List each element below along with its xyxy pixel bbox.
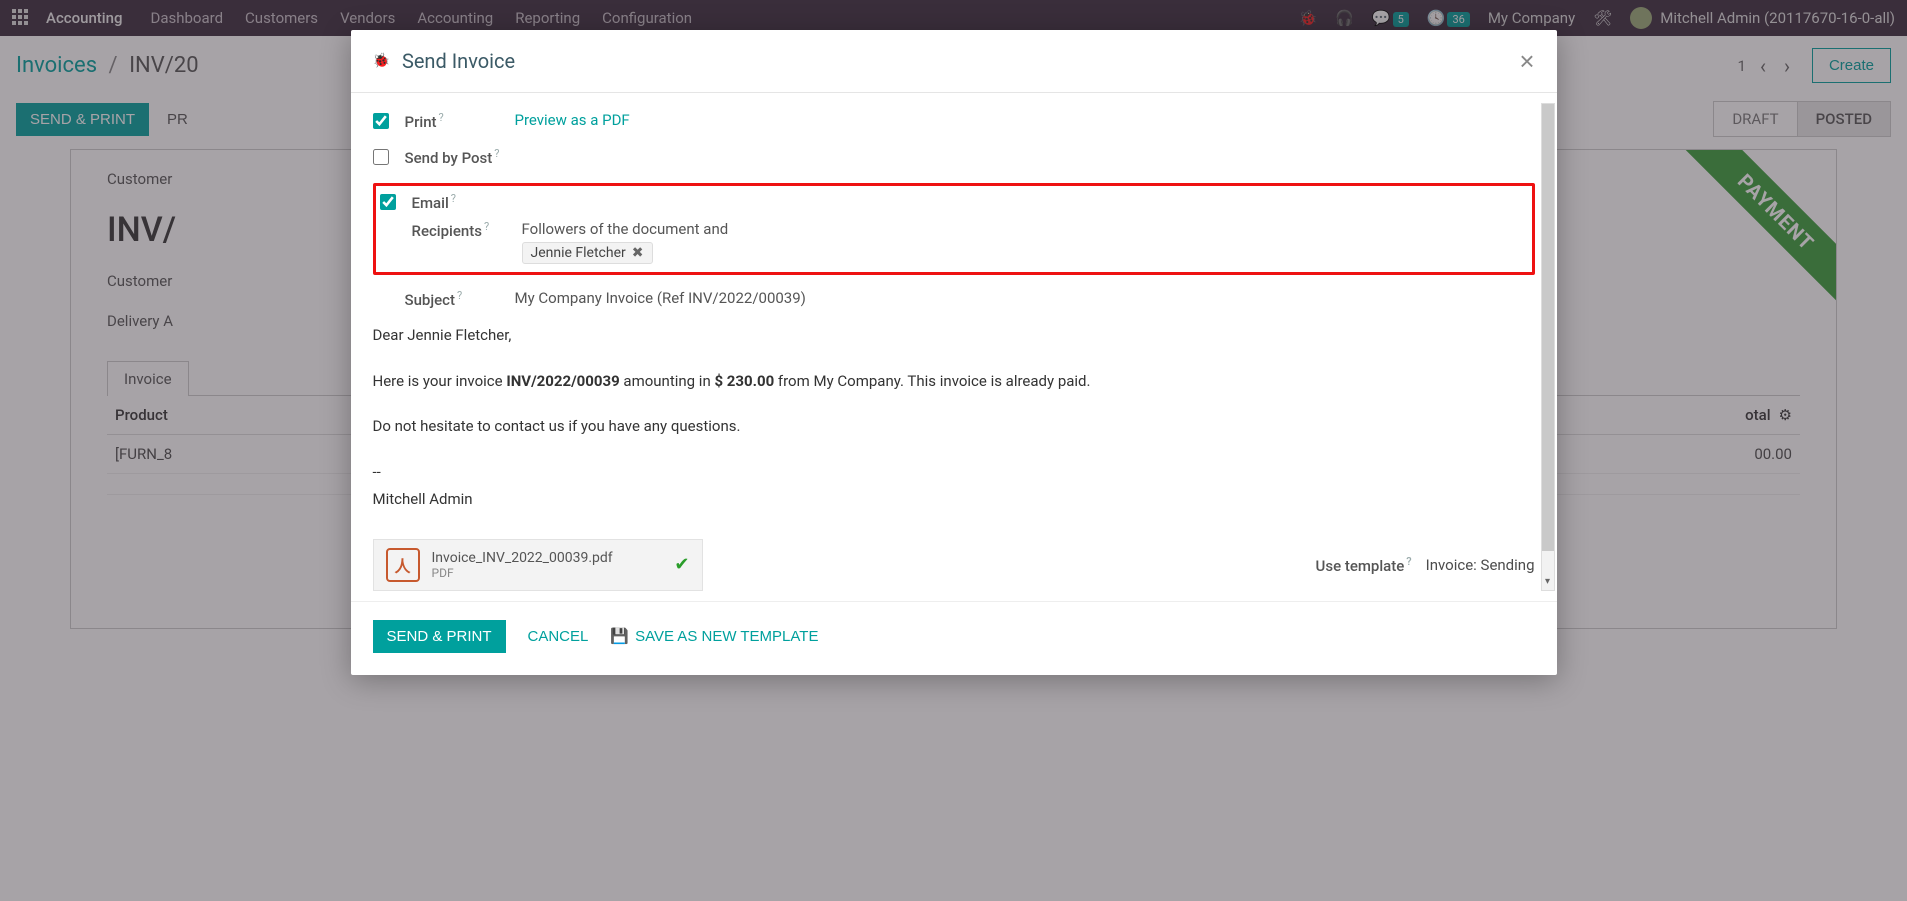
attachment-type: PDF <box>432 566 663 580</box>
email-checkbox[interactable] <box>380 194 396 210</box>
print-label: Print <box>405 113 437 131</box>
template-select[interactable]: Invoice: Sending <box>1426 556 1535 574</box>
email-body-editor[interactable]: Dear Jennie Fletcher, Here is your invoi… <box>373 323 1535 513</box>
send-by-post-checkbox[interactable] <box>373 149 389 165</box>
recipients-field[interactable]: Followers of the document and Jennie Fle… <box>522 220 1528 264</box>
scroll-down-icon[interactable]: ▾ <box>1542 576 1554 590</box>
recipients-followers-text: Followers of the document and <box>522 220 729 238</box>
subject-label: Subject <box>405 291 455 309</box>
modal-body: Print? Preview as a PDF Send by Post? Em… <box>351 93 1557 601</box>
email-label: Email <box>412 194 449 212</box>
recipients-help-icon[interactable]: ? <box>484 220 489 233</box>
modal-overlay: 🐞 Send Invoice × Print? Preview as a PDF… <box>0 0 1907 901</box>
preview-pdf-link[interactable]: Preview as a PDF <box>515 111 630 129</box>
pdf-icon: 人 <box>386 548 420 582</box>
email-help-icon[interactable]: ? <box>451 192 456 205</box>
modal-scrollbar[interactable]: ▴ ▾ <box>1541 103 1555 591</box>
modal-cancel-button[interactable]: CANCEL <box>528 628 589 645</box>
attachment-check-icon: ✔ <box>674 554 689 575</box>
close-button[interactable]: × <box>1519 48 1534 74</box>
modal-send-print-button[interactable]: SEND & PRINT <box>373 620 506 653</box>
attachment-name: Invoice_INV_2022_00039.pdf <box>432 550 663 566</box>
save-as-template-button[interactable]: 💾 SAVE AS NEW TEMPLATE <box>610 627 818 645</box>
print-help-icon[interactable]: ? <box>439 111 444 124</box>
modal-footer: SEND & PRINT CANCEL 💾 SAVE AS NEW TEMPLA… <box>351 601 1557 675</box>
subject-help-icon[interactable]: ? <box>457 289 462 302</box>
body-sig-sep: -- <box>373 460 1535 486</box>
body-greeting: Dear Jennie Fletcher, <box>373 323 1535 349</box>
remove-recipient-icon[interactable]: ✖ <box>632 245 644 261</box>
post-help-icon[interactable]: ? <box>494 147 499 160</box>
save-icon: 💾 <box>610 627 629 645</box>
recipient-tag: Jennie Fletcher ✖ <box>522 242 653 264</box>
send-by-post-label: Send by Post <box>405 149 493 167</box>
body-line3: Do not hesitate to contact us if you hav… <box>373 414 1535 440</box>
body-line2: Here is your invoice INV/2022/00039 amou… <box>373 369 1535 395</box>
template-help-icon[interactable]: ? <box>1406 555 1411 568</box>
modal-header: 🐞 Send Invoice × <box>351 30 1557 93</box>
template-label: Use template <box>1316 557 1405 575</box>
attachment[interactable]: 人 Invoice_INV_2022_00039.pdf PDF ✔ <box>373 539 703 591</box>
print-checkbox[interactable] <box>373 113 389 129</box>
recipients-label: Recipients <box>412 222 482 240</box>
scrollbar-thumb[interactable] <box>1542 104 1554 551</box>
bug-icon[interactable]: 🐞 <box>373 53 390 69</box>
subject-input[interactable]: My Company Invoice (Ref INV/2022/00039) <box>515 289 806 307</box>
email-recipients-highlight: Email? Recipients? Followers of the docu… <box>373 183 1535 275</box>
body-signature: Mitchell Admin <box>373 487 1535 513</box>
modal-title: Send Invoice <box>402 49 1519 73</box>
send-invoice-modal: 🐞 Send Invoice × Print? Preview as a PDF… <box>351 30 1557 675</box>
